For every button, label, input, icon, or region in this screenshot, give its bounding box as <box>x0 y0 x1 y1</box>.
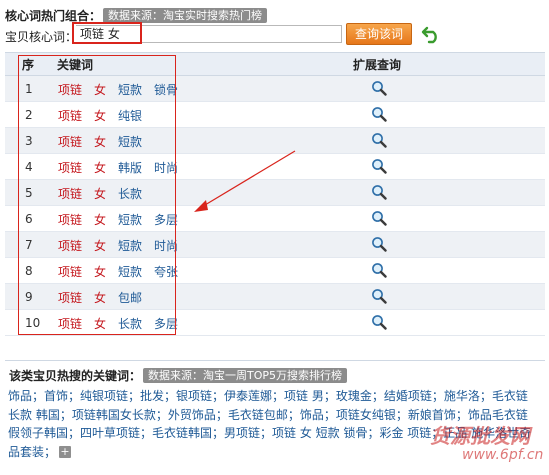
query-keyword-button[interactable]: 查询该词 <box>346 23 412 45</box>
row-keywords: 项链女短款 夸张 <box>58 263 190 280</box>
magnifier-icon[interactable] <box>371 210 387 226</box>
table-row: 5 项链女长款 <box>5 180 545 206</box>
keyword-link[interactable]: 短款 <box>118 213 142 227</box>
row-number: 2 <box>25 108 33 122</box>
magnifier-icon[interactable] <box>371 158 387 174</box>
table-row: 1 项链女短款 锁骨 <box>5 76 545 102</box>
row-keywords: 项链女短款 时尚 <box>58 237 190 254</box>
row-number: 3 <box>25 134 33 148</box>
col-keyword-header: 关键词 <box>57 58 94 72</box>
table-row: 3 项链女短款 <box>5 128 545 154</box>
row-keywords: 项链女短款 多层 <box>58 211 190 228</box>
watermark-url: www.6pf.cn <box>462 447 544 463</box>
keyword-link[interactable]: 女 <box>94 135 106 149</box>
keyword-link[interactable]: 项链 <box>58 265 82 279</box>
keyword-link[interactable]: 多层 <box>154 213 178 227</box>
magnifier-icon[interactable] <box>371 314 387 330</box>
keyword-link[interactable]: 女 <box>94 317 106 331</box>
table-row: 9 项链女包邮 <box>5 284 545 310</box>
table-body: 1 项链女短款 锁骨 2 项链女纯银 3 项链女短款 4 项链女韩版 时尚 5 项链女长款 6 项链女短款… <box>5 76 545 336</box>
hot-combo-title: 核心词热门组合： <box>5 8 102 23</box>
table-row: 2 项链女纯银 <box>5 102 545 128</box>
hot-combo-header: 核心词热门组合： 数据来源：淘宝实时搜索热门榜 <box>5 7 268 23</box>
col-num-header: 序 <box>22 58 35 72</box>
magnifier-icon[interactable] <box>371 106 387 122</box>
refresh-icon[interactable] <box>421 24 443 44</box>
magnifier-icon[interactable] <box>371 262 387 278</box>
col-expand-header: 扩展查询 <box>353 58 402 72</box>
row-number: 4 <box>25 160 33 174</box>
watermark-text: 货源批发网 <box>430 424 530 448</box>
row-keywords: 项链女韩版 时尚 <box>58 159 190 176</box>
row-number: 1 <box>25 82 33 96</box>
keyword-link[interactable]: 女 <box>94 187 106 201</box>
keyword-link[interactable]: 项链 <box>58 187 82 201</box>
keyword-link[interactable]: 女 <box>94 213 106 227</box>
hot-line[interactable]: 饰品；首饰；纯银项链；批发；银项链；伊泰莲娜；项链 男；玫瑰金；结婚项链；施华洛… <box>8 387 543 406</box>
core-keyword-label: 宝贝核心词： <box>5 29 78 44</box>
table-row: 8 项链女短款 夸张 <box>5 258 545 284</box>
table-row: 6 项链女短款 多层 <box>5 206 545 232</box>
keyword-link[interactable]: 女 <box>94 265 106 279</box>
keyword-link[interactable]: 项链 <box>58 83 82 97</box>
keyword-link[interactable]: 女 <box>94 83 106 97</box>
row-number: 10 <box>25 316 41 330</box>
table-row: 4 项链女韩版 时尚 <box>5 154 545 180</box>
keyword-highlight-box <box>72 22 142 44</box>
row-number: 8 <box>25 264 33 278</box>
keyword-link[interactable]: 女 <box>94 161 106 175</box>
keyword-row: 宝贝核心词： <box>5 25 77 47</box>
keyword-link[interactable]: 时尚 <box>154 161 178 175</box>
row-keywords: 项链女长款 <box>58 185 154 202</box>
row-keywords: 项链女长款 多层 <box>58 315 190 332</box>
keyword-link[interactable]: 韩版 <box>118 161 142 175</box>
table-row: 10 项链女长款 多层 <box>5 310 545 336</box>
data-source-badge: 数据来源：淘宝实时搜索热门榜 <box>103 7 268 23</box>
keyword-link[interactable]: 多层 <box>154 317 178 331</box>
keyword-link[interactable]: 长款 <box>118 187 142 201</box>
hot-keywords-header: 该类宝贝热搜的关键词： 数据来源：淘宝一周TOP5万搜索排行榜 <box>9 367 348 384</box>
hot-keywords-title: 该类宝贝热搜的关键词： <box>9 369 142 383</box>
magnifier-icon[interactable] <box>371 80 387 96</box>
hot-source-badge: 数据来源：淘宝一周TOP5万搜索排行榜 <box>143 368 348 383</box>
keyword-table: 序 关键词 扩展查询 1 项链女短款 锁骨 2 项链女纯银 3 项链女短款 4 项链女韩版 时尚 5… <box>5 52 545 336</box>
keyword-link[interactable]: 项链 <box>58 239 82 253</box>
keyword-link[interactable]: 纯银 <box>118 109 142 123</box>
keyword-link[interactable]: 锁骨 <box>154 83 178 97</box>
expand-more-icon[interactable]: + <box>59 446 72 458</box>
keyword-link[interactable]: 长款 <box>118 317 142 331</box>
row-number: 6 <box>25 212 33 226</box>
keyword-link[interactable]: 短款 <box>118 265 142 279</box>
keyword-link[interactable]: 女 <box>94 291 106 305</box>
keyword-link[interactable]: 项链 <box>58 161 82 175</box>
hot-line[interactable]: 品套装； <box>8 445 56 459</box>
keyword-link[interactable]: 夸张 <box>154 265 178 279</box>
magnifier-icon[interactable] <box>371 184 387 200</box>
table-row: 7 项链女短款 时尚 <box>5 232 545 258</box>
row-number: 7 <box>25 238 33 252</box>
keyword-link[interactable]: 时尚 <box>154 239 178 253</box>
keyword-link[interactable]: 女 <box>94 239 106 253</box>
row-keywords: 项链女包邮 <box>58 289 154 306</box>
keyword-link[interactable]: 女 <box>94 109 106 123</box>
table-header: 序 关键词 扩展查询 <box>5 52 545 76</box>
row-keywords: 项链女短款 锁骨 <box>58 81 190 98</box>
keyword-link[interactable]: 短款 <box>118 239 142 253</box>
keyword-link[interactable]: 项链 <box>58 135 82 149</box>
row-number: 9 <box>25 290 33 304</box>
keyword-link[interactable]: 项链 <box>58 109 82 123</box>
magnifier-icon[interactable] <box>371 236 387 252</box>
magnifier-icon[interactable] <box>371 132 387 148</box>
keyword-link[interactable]: 项链 <box>58 317 82 331</box>
magnifier-icon[interactable] <box>371 288 387 304</box>
keyword-link[interactable]: 短款 <box>118 135 142 149</box>
keyword-link[interactable]: 短款 <box>118 83 142 97</box>
row-keywords: 项链女短款 <box>58 133 154 150</box>
keyword-link[interactable]: 包邮 <box>118 291 142 305</box>
keyword-link[interactable]: 项链 <box>58 291 82 305</box>
row-keywords: 项链女纯银 <box>58 107 154 124</box>
keyword-link[interactable]: 项链 <box>58 213 82 227</box>
row-number: 5 <box>25 186 33 200</box>
